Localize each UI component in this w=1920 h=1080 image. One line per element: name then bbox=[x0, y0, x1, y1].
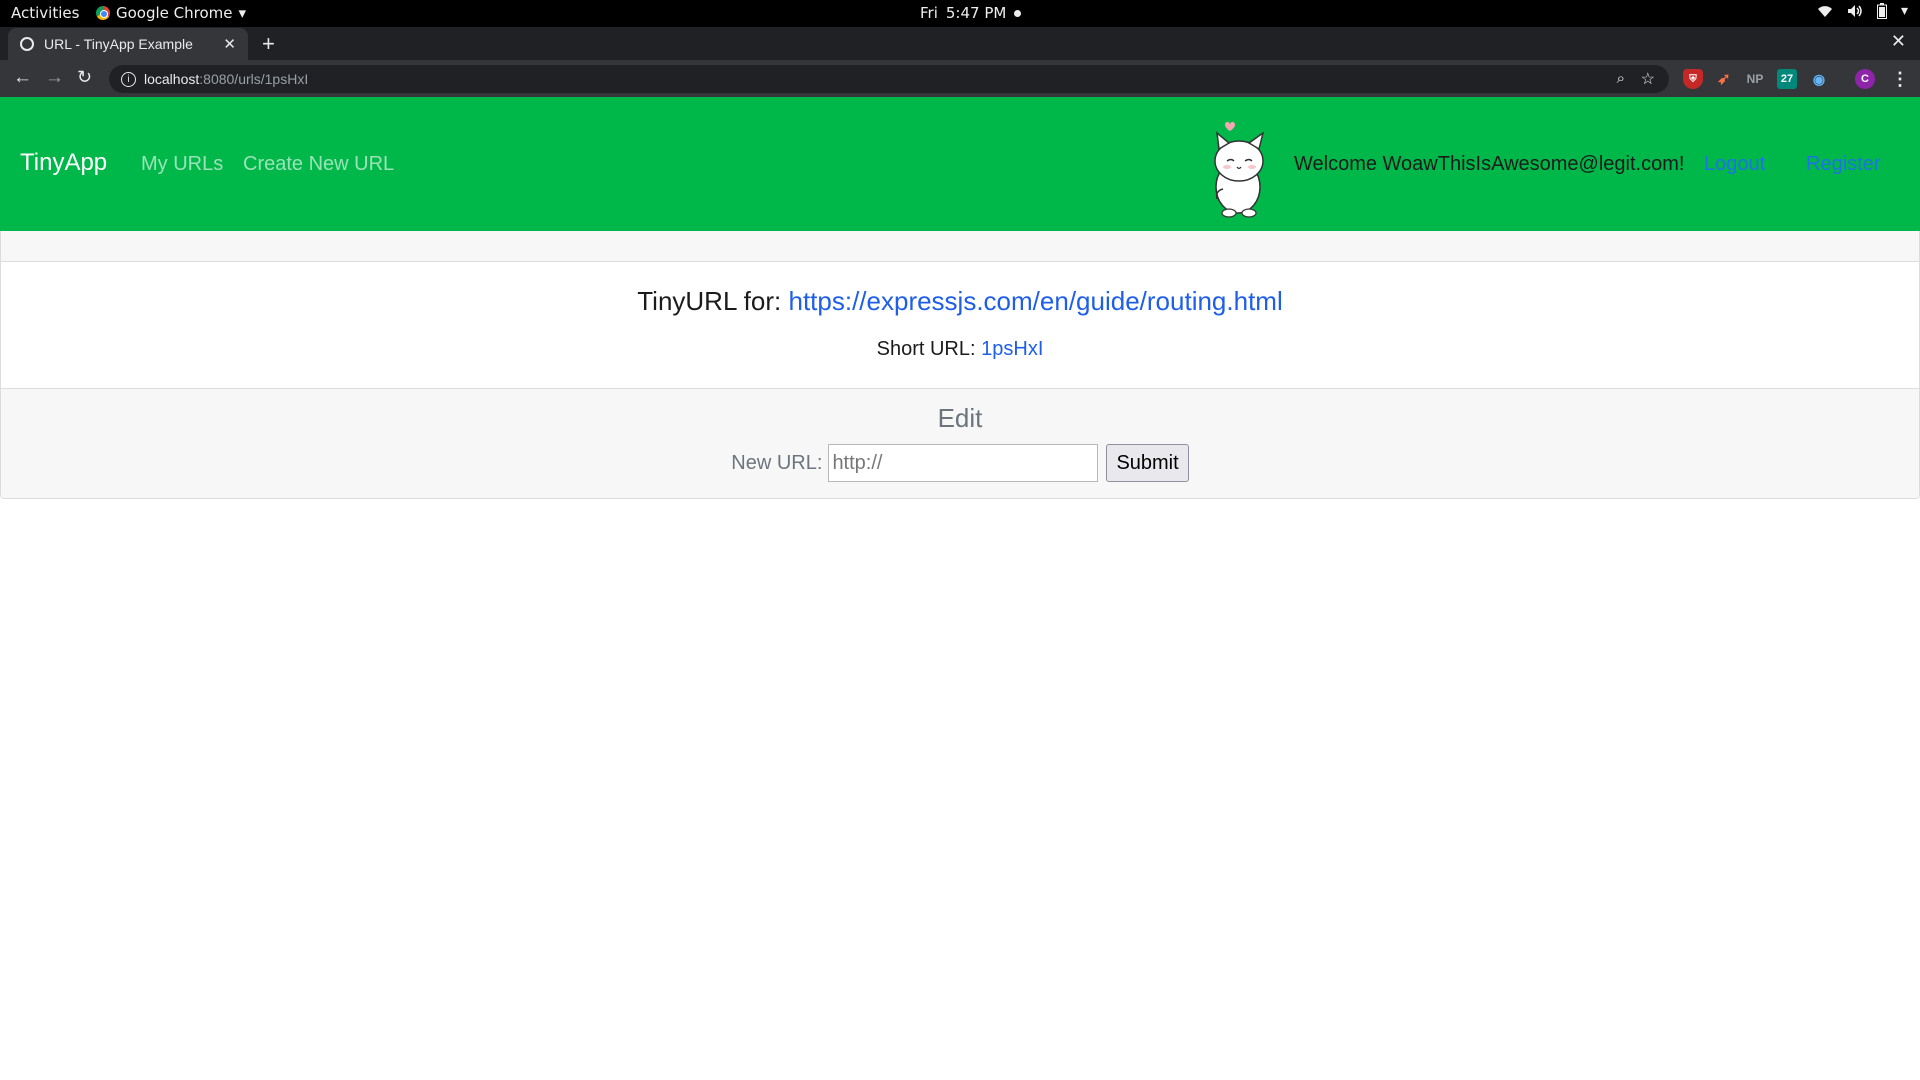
volume-icon bbox=[1847, 5, 1862, 17]
chevron-down-icon: ▾ bbox=[1900, 3, 1908, 19]
app-menu[interactable]: Google Chrome ▾ bbox=[96, 4, 246, 22]
logout-link[interactable]: Logout bbox=[1704, 153, 1765, 176]
palette-icon[interactable]: ◉ bbox=[1809, 69, 1829, 89]
short-url-line: Short URL: 1psHxI bbox=[1, 338, 1919, 361]
clock-day: Fri bbox=[920, 4, 938, 22]
welcome-message: Welcome WoawThisIsAwesome@legit.com! bbox=[1294, 153, 1685, 175]
back-icon[interactable]: ← bbox=[13, 67, 32, 89]
new-url-input[interactable] bbox=[828, 444, 1099, 482]
battery-icon bbox=[1876, 3, 1887, 19]
brand-link[interactable]: TinyApp bbox=[20, 149, 107, 177]
card-body: TinyURL for: https://expressjs.com/en/gu… bbox=[1, 262, 1919, 388]
short-url-label: Short URL: bbox=[876, 338, 976, 360]
browser-toolbar: ← → ↻ i localhost:8080/urls/1psHxI ⌕ ☆ ⛨… bbox=[0, 60, 1920, 97]
tab-title: URL - TinyApp Example bbox=[44, 36, 193, 52]
nav-create-new-url[interactable]: Create New URL bbox=[243, 153, 394, 176]
kebab-menu-icon[interactable]: ⋮ bbox=[1890, 69, 1910, 89]
tinyurl-title: TinyURL for: https://expressjs.com/en/gu… bbox=[1, 286, 1919, 317]
cat-mascot-icon bbox=[1214, 121, 1265, 218]
system-top-bar: Activities Google Chrome ▾ Fri 5:47 PM ▾ bbox=[0, 0, 1920, 27]
register-link[interactable]: Register bbox=[1806, 153, 1880, 176]
profile-avatar[interactable]: C bbox=[1855, 69, 1875, 89]
clock-time: 5:47 PM bbox=[945, 4, 1007, 22]
site-navbar: TinyApp My URLs Create New URL Welcome W… bbox=[0, 97, 1920, 231]
edit-section: Edit New URL: Submit bbox=[1, 388, 1919, 498]
system-tray[interactable]: ▾ bbox=[1817, 3, 1908, 19]
tab-strip: URL - TinyApp Example ✕ + ✕ bbox=[0, 27, 1920, 60]
close-tab-icon[interactable]: ✕ bbox=[223, 35, 236, 53]
card-header bbox=[1, 231, 1919, 262]
extension-np[interactable]: NP bbox=[1745, 69, 1765, 89]
browser-tab-active[interactable]: URL - TinyApp Example ✕ bbox=[8, 28, 248, 60]
new-tab-icon[interactable]: + bbox=[262, 31, 275, 57]
ublock-shield-icon[interactable]: ⛨ bbox=[1683, 69, 1703, 89]
long-url-link[interactable]: https://expressjs.com/en/guide/routing.h… bbox=[788, 286, 1282, 316]
tinyurl-title-prefix: TinyURL for: bbox=[637, 286, 782, 316]
zoom-icon[interactable]: ⌕ bbox=[1617, 70, 1625, 87]
extension-27[interactable]: 27 bbox=[1777, 69, 1797, 89]
chevron-down-icon: ▾ bbox=[238, 4, 247, 22]
url-host: localhost bbox=[144, 71, 200, 87]
submit-button[interactable]: Submit bbox=[1106, 444, 1189, 482]
url-path: :8080/urls/1psHxI bbox=[199, 71, 309, 87]
url-card: TinyURL for: https://expressjs.com/en/gu… bbox=[0, 231, 1920, 499]
short-url-link[interactable]: 1psHxI bbox=[981, 338, 1043, 360]
globe-icon bbox=[20, 37, 34, 51]
forward-icon[interactable]: → bbox=[45, 67, 64, 89]
new-url-label: New URL: bbox=[731, 451, 823, 474]
site-info-icon[interactable]: i bbox=[121, 71, 136, 87]
edit-heading: Edit bbox=[937, 403, 983, 433]
reload-icon[interactable]: ↻ bbox=[77, 67, 92, 88]
wifi-icon bbox=[1817, 6, 1832, 17]
app-menu-label: Google Chrome bbox=[116, 4, 233, 22]
clock[interactable]: Fri 5:47 PM bbox=[920, 4, 1022, 22]
activities-button[interactable]: Activities bbox=[11, 4, 79, 22]
bookmark-star-icon[interactable]: ☆ bbox=[1641, 69, 1655, 89]
fox-icon[interactable]: ➶ bbox=[1714, 69, 1734, 89]
chrome-icon bbox=[96, 6, 110, 20]
close-window-icon[interactable]: ✕ bbox=[1891, 31, 1906, 52]
web-page: TinyApp My URLs Create New URL Welcome W… bbox=[0, 97, 1920, 1080]
edit-url-form: New URL: Submit bbox=[1, 444, 1919, 482]
notification-dot-icon bbox=[1014, 9, 1022, 17]
nav-my-urls[interactable]: My URLs bbox=[141, 153, 223, 176]
address-bar[interactable]: i localhost:8080/urls/1psHxI ⌕ ☆ bbox=[109, 65, 1669, 93]
